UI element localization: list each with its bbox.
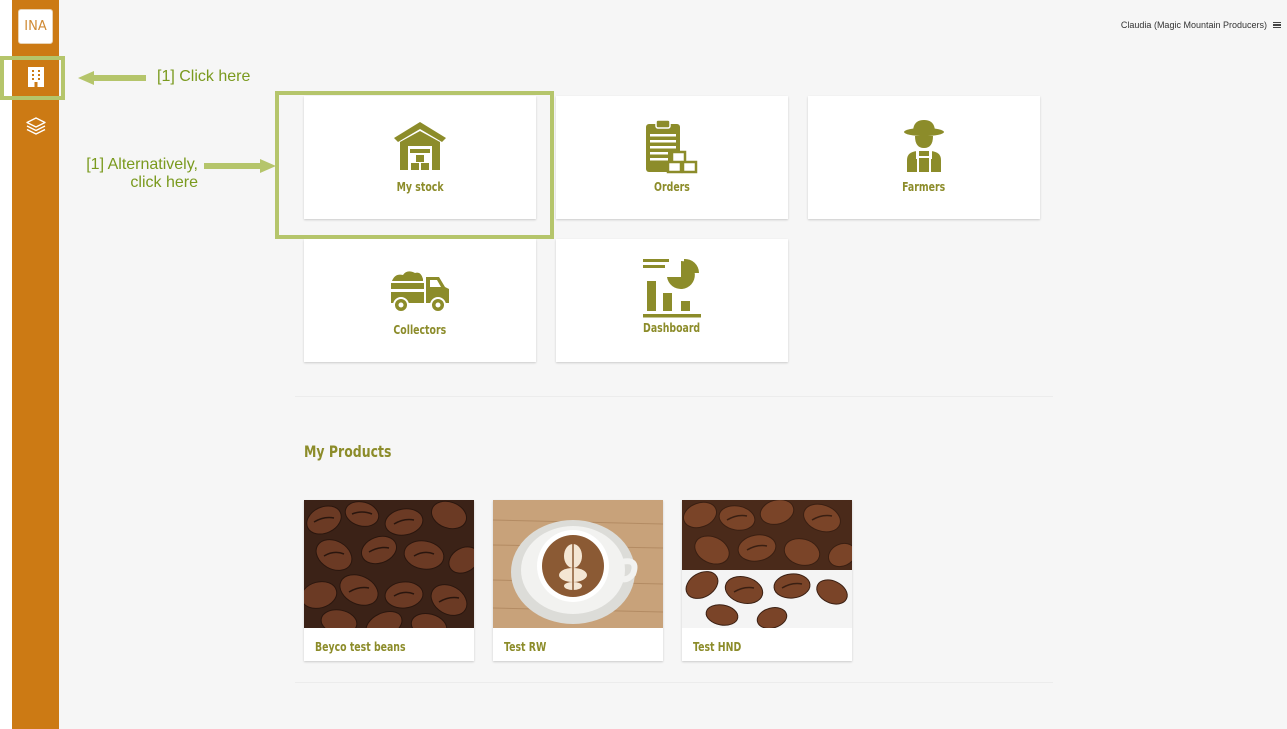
section-divider <box>295 396 1053 397</box>
annotation-line: [1] Alternatively, <box>86 156 198 173</box>
arrow-left-icon <box>78 71 146 85</box>
clipboard-boxes-icon <box>646 119 698 174</box>
user-menu[interactable]: Claudia (Magic Mountain Producers) <box>1121 20 1281 30</box>
products-section-title: My Products <box>304 442 392 461</box>
tile-dashboard[interactable]: Dashboard <box>556 239 788 362</box>
tile-label: Collectors <box>393 323 447 337</box>
sidebar-item-layers[interactable] <box>12 107 59 145</box>
annotation-click-here: [1] Click here <box>157 68 251 85</box>
main-content: Claudia (Magic Mountain Producers) My st… <box>59 0 1287 729</box>
tile-farmers[interactable]: Farmers <box>808 96 1040 219</box>
product-label: Test HND <box>693 640 742 654</box>
section-divider <box>295 682 1053 683</box>
arrow-right-icon <box>204 159 276 173</box>
product-card[interactable]: Beyco test beans <box>304 500 474 661</box>
coffee-beans-image <box>682 500 852 629</box>
sidebar: INA <box>12 0 59 729</box>
tile-label: Dashboard <box>643 321 701 335</box>
annotation-highlight-my-stock <box>275 91 554 239</box>
tile-label: Farmers <box>902 180 946 194</box>
user-name: Claudia (Magic Mountain Producers) <box>1120 20 1267 30</box>
farmer-icon <box>904 120 944 172</box>
product-card[interactable]: Test HND <box>682 500 852 661</box>
app-logo[interactable]: INA <box>18 9 53 44</box>
annotation-highlight-sidebar <box>0 56 65 100</box>
product-label: Beyco test beans <box>315 640 406 654</box>
product-card[interactable]: Test RW <box>493 500 663 661</box>
annotation-line: click here <box>130 174 198 191</box>
latte-cup-image <box>493 500 663 628</box>
hamburger-menu-icon[interactable] <box>1273 21 1281 29</box>
truck-icon <box>391 271 449 313</box>
annotation-alternatively: [1] Alternatively, click here <box>67 156 198 192</box>
tile-collectors[interactable]: Collectors <box>304 239 536 362</box>
tile-orders[interactable]: Orders <box>556 96 788 219</box>
coffee-beans-image <box>304 500 474 640</box>
dashboard-chart-icon <box>643 258 701 318</box>
layers-icon <box>25 117 46 135</box>
product-label: Test RW <box>504 640 547 654</box>
tile-label: Orders <box>654 180 690 194</box>
